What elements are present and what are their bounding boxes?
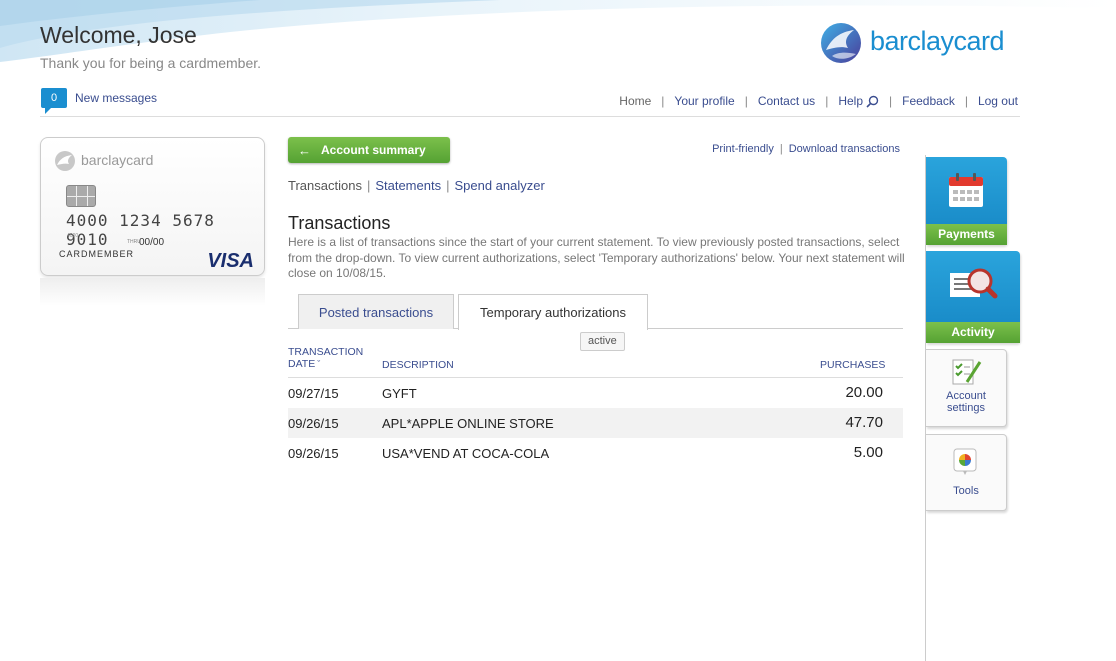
account-summary-button[interactable]: ← Account summary <box>288 137 450 163</box>
sidebar-tools-label: Tools <box>953 485 979 497</box>
row-date: 09/27/15 <box>288 386 339 401</box>
page-title: Transactions <box>288 213 391 233</box>
row-amount: 5.00 <box>853 444 883 461</box>
nav-separator: | <box>744 94 748 108</box>
table-row: 09/26/15 USA*VEND AT COCA-COLA 5.00 <box>288 438 903 468</box>
column-date-line1: TRANSACTION <box>288 346 364 358</box>
nav-log-out[interactable]: Log out <box>978 94 1018 108</box>
credit-card-image: barclaycard 4000 1234 5678 9010 4000 THR… <box>40 137 265 276</box>
column-transaction-date[interactable]: TRANSACTION DATE ˇ <box>288 346 363 370</box>
welcome-heading: Welcome, Jose <box>40 22 197 48</box>
tab-posted-transactions[interactable]: Posted transactions <box>298 294 454 329</box>
card-small-digits: 4000 <box>67 233 79 239</box>
table-row: 09/26/15 APL*APPLE ONLINE STORE 47.70 <box>288 408 903 438</box>
transaction-tabs: Posted transactions Temporary authorizat… <box>288 294 903 330</box>
nav-help-label: Help <box>838 94 863 108</box>
card-reflection <box>40 278 265 306</box>
column-date-line2: DATE <box>288 358 316 370</box>
chip-icon <box>66 185 96 207</box>
print-friendly-link[interactable]: Print-friendly <box>712 143 774 155</box>
row-date: 09/26/15 <box>288 416 339 431</box>
welcome-subtitle: Thank you for being a cardmember. <box>40 55 262 71</box>
card-expiry: 00/00 <box>139 237 165 248</box>
nav-your-profile[interactable]: Your profile <box>674 94 734 108</box>
nav-separator: | <box>661 94 665 108</box>
row-description: GYFT <box>382 386 417 401</box>
account-summary-label: Account summary <box>321 143 426 157</box>
nav-help[interactable]: Help <box>838 94 879 108</box>
table-header: TRANSACTION DATE ˇ DESCRIPTION PURCHASES <box>288 344 903 378</box>
brand-name: barclaycard <box>870 26 1005 56</box>
card-brand: barclaycard <box>81 152 154 168</box>
util-separator: | <box>779 143 783 155</box>
new-messages-link[interactable]: New messages <box>75 91 157 105</box>
row-amount: 47.70 <box>845 414 883 431</box>
nav-feedback[interactable]: Feedback <box>902 94 955 108</box>
column-description: DESCRIPTION <box>382 359 454 371</box>
nav-separator: | <box>964 94 968 108</box>
top-navigation: Home | Your profile | Contact us | Help … <box>619 94 1018 108</box>
pie-chart-icon <box>953 448 977 475</box>
barclaycard-logo[interactable]: barclaycard <box>818 20 1028 70</box>
subnav-transactions[interactable]: Transactions <box>288 178 362 193</box>
sidebar-activity[interactable]: Activity <box>926 251 1020 343</box>
sidebar-activity-label: Activity <box>926 322 1020 343</box>
nav-separator: | <box>825 94 829 108</box>
sidebar-tools[interactable]: Tools <box>926 434 1007 511</box>
card-number: 4000 1234 5678 9010 <box>66 211 215 249</box>
subnav-spend-analyzer[interactable]: Spend analyzer <box>454 178 544 193</box>
sort-chevron-down-icon: ˇ <box>317 359 321 369</box>
eagle-logo-icon <box>821 23 861 63</box>
sidebar-settings-line1: Account <box>946 390 986 402</box>
search-icon <box>866 95 879 108</box>
arrow-left-icon: ← <box>298 142 311 158</box>
download-transactions-link[interactable]: Download transactions <box>789 143 900 155</box>
card-eagle-icon <box>55 151 75 171</box>
subnav-separator: | <box>366 178 371 193</box>
column-purchases: PURCHASES <box>820 359 886 371</box>
sidebar-payments[interactable]: Payments <box>926 157 1007 245</box>
nav-home[interactable]: Home <box>619 94 651 108</box>
row-date: 09/26/15 <box>288 446 339 461</box>
subnav-statements[interactable]: Statements <box>375 178 441 193</box>
checklist-icon <box>952 359 982 385</box>
sidebar-payments-label: Payments <box>926 224 1007 245</box>
calendar-icon <box>949 173 983 207</box>
new-messages[interactable]: 0 New messages <box>41 88 157 114</box>
utility-links: Print-friendly | Download transactions <box>712 143 900 155</box>
row-description: USA*VEND AT COCA-COLA <box>382 446 550 461</box>
sidebar-settings-line2: settings <box>947 402 985 414</box>
message-count-badge: 0 <box>41 88 67 114</box>
nav-contact-us[interactable]: Contact us <box>758 94 815 108</box>
magnifier-statement-icon <box>950 268 998 299</box>
tab-temporary-authorizations[interactable]: Temporary authorizations <box>458 294 648 330</box>
page-description: Here is a list of transactions since the… <box>288 235 905 280</box>
sub-navigation: Transactions | Statements | Spend analyz… <box>288 178 545 193</box>
row-description: APL*APPLE ONLINE STORE <box>382 416 554 431</box>
card-member-name: CARDMEMBER <box>59 249 135 259</box>
nav-divider <box>40 116 1020 117</box>
visa-logo: VISA <box>207 250 254 272</box>
row-amount: 20.00 <box>845 384 883 401</box>
table-row: 09/27/15 GYFT 20.00 <box>288 378 903 408</box>
subnav-separator: | <box>446 178 450 193</box>
nav-separator: | <box>889 94 893 108</box>
sidebar-account-settings[interactable]: Account settings <box>926 349 1007 427</box>
